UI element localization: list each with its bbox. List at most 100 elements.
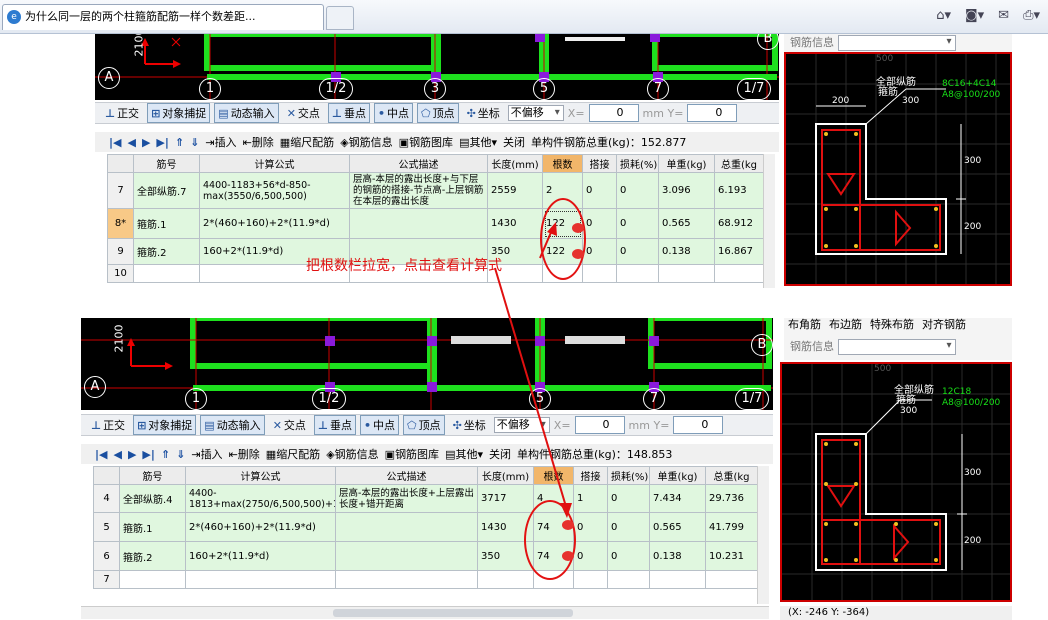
row-index[interactable]: 9 bbox=[107, 238, 134, 265]
first-record-icon[interactable]: |◀ bbox=[95, 448, 107, 461]
move-down-icon[interactable]: ⇓ bbox=[190, 136, 199, 149]
prev-record-icon[interactable]: ◀ bbox=[127, 136, 135, 149]
intersect-button[interactable]: ✕ 交点 bbox=[283, 103, 324, 123]
cell-loss[interactable]: 0 bbox=[607, 541, 650, 571]
cell-unit[interactable] bbox=[658, 264, 715, 283]
row-index[interactable]: 4 bbox=[93, 484, 120, 513]
align-rebar-tab[interactable]: 对齐钢筋 bbox=[922, 318, 966, 332]
table-row[interactable]: 7 全部纵筋.7 4400-1183+56*d-850-max(3550/6,5… bbox=[107, 172, 764, 209]
cell-loss[interactable]: 0 bbox=[607, 512, 650, 542]
vertex-button[interactable]: ⬠ 顶点 bbox=[403, 415, 445, 435]
other-button[interactable]: ▤其他▾ bbox=[445, 446, 483, 462]
cell-loss[interactable] bbox=[616, 264, 659, 283]
ortho-button[interactable]: ⊥ 正交 bbox=[87, 415, 129, 435]
row-index[interactable]: 6 bbox=[93, 541, 120, 571]
cell-loss[interactable]: 0 bbox=[616, 208, 659, 239]
cell-desc[interactable] bbox=[335, 512, 478, 542]
cell-name[interactable]: 全部纵筋.7 bbox=[133, 172, 200, 209]
perp-button[interactable]: ⊥ 垂点 bbox=[313, 415, 356, 435]
move-down-icon[interactable]: ⇓ bbox=[176, 448, 185, 461]
cell-name[interactable]: 箍筋.1 bbox=[119, 512, 186, 542]
insert-button[interactable]: ⇥插入 bbox=[191, 446, 222, 462]
rss-icon[interactable]: ◙▾ bbox=[965, 8, 984, 23]
cell-unit[interactable] bbox=[649, 570, 706, 589]
cell-length[interactable]: 3717 bbox=[477, 484, 534, 513]
cell-unit[interactable]: 0.138 bbox=[658, 238, 715, 265]
bottom-rebar-info-select[interactable] bbox=[837, 339, 956, 355]
library-button[interactable]: ▣钢筋图库 bbox=[399, 134, 453, 150]
table-row[interactable]: 4 全部纵筋.4 4400-1813+max(2750/6,500,500)+1… bbox=[93, 484, 758, 513]
intersect-button[interactable]: ✕ 交点 bbox=[269, 415, 310, 435]
insert-button[interactable]: ⇥插入 bbox=[205, 134, 236, 150]
new-tab-button[interactable] bbox=[326, 6, 354, 30]
cell-name[interactable]: 全部纵筋.4 bbox=[119, 484, 186, 513]
cell-formula[interactable]: 4400-1183+56*d-850-max(3550/6,500,500) bbox=[199, 172, 350, 209]
snap-button[interactable]: ⊞ 对象捕捉 bbox=[147, 103, 211, 123]
first-record-icon[interactable]: |◀ bbox=[109, 136, 121, 149]
table-row[interactable]: 6 箍筋.2 160+2*(11.9*d) 350 74 0 0 0.138 1… bbox=[93, 541, 758, 571]
cell-unit[interactable]: 0.138 bbox=[649, 541, 706, 571]
cell-desc[interactable]: 层高-本层的露出长度+与下层的钢筋的搭接-节点高-上层钢筋在本层的露出长度 bbox=[349, 172, 488, 209]
cell-unit[interactable]: 0.565 bbox=[649, 512, 706, 542]
mid-button[interactable]: • 中点 bbox=[373, 103, 413, 123]
mid-button[interactable]: • 中点 bbox=[359, 415, 399, 435]
cell-length[interactable]: 1430 bbox=[487, 208, 543, 239]
cell-length[interactable] bbox=[477, 570, 534, 589]
row-index[interactable]: 8* bbox=[107, 208, 134, 239]
dynamic-input-button[interactable]: ▤ 动态输入 bbox=[214, 103, 279, 123]
prev-record-icon[interactable]: ◀ bbox=[113, 448, 121, 461]
row-index[interactable]: 10 bbox=[107, 264, 134, 283]
last-record-icon[interactable]: ▶| bbox=[156, 136, 168, 149]
close-button[interactable]: 关闭 bbox=[503, 134, 525, 150]
cell-name[interactable]: 箍筋.1 bbox=[133, 208, 200, 239]
special-rebar-tab[interactable]: 特殊布筋 bbox=[870, 318, 914, 332]
cell-unit[interactable]: 7.434 bbox=[649, 484, 706, 513]
x-input[interactable]: 0 bbox=[574, 416, 625, 434]
top-rebar-info-select[interactable] bbox=[837, 35, 956, 51]
cell-formula[interactable]: 160+2*(11.9*d) bbox=[185, 541, 336, 571]
print-icon[interactable]: ⎙▾ bbox=[1023, 8, 1040, 23]
cell-loss[interactable] bbox=[607, 570, 650, 589]
coord-button[interactable]: ✣ 坐标 bbox=[463, 103, 504, 123]
cell-formula[interactable]: 4400-1813+max(2750/6,500,500)+1*max(35*d… bbox=[185, 484, 336, 513]
vertex-button[interactable]: ⬠ 顶点 bbox=[417, 103, 459, 123]
edge-rebar-tab[interactable]: 布边筋 bbox=[829, 318, 862, 332]
cell-total[interactable]: 6.193 bbox=[714, 172, 764, 209]
bottom-cad-canvas[interactable]: 2100 A B 1 1/2 5 7 1/7 bbox=[81, 318, 773, 410]
cell-desc[interactable]: 层高-本层的露出长度+上层露出长度+错开距离 bbox=[335, 484, 478, 513]
cell-lap[interactable] bbox=[573, 570, 608, 589]
coord-button[interactable]: ✣ 坐标 bbox=[449, 415, 490, 435]
cell-lap[interactable]: 0 bbox=[573, 512, 608, 542]
scale-button[interactable]: ▦缩尺配筋 bbox=[280, 134, 334, 150]
home-icon[interactable]: ⌂▾ bbox=[936, 8, 951, 23]
cell-loss[interactable]: 0 bbox=[616, 238, 659, 265]
cell-lap[interactable]: 0 bbox=[582, 208, 617, 239]
cell-unit[interactable]: 3.096 bbox=[658, 172, 715, 209]
cell-desc[interactable] bbox=[335, 570, 478, 589]
cell-unit[interactable]: 0.565 bbox=[658, 208, 715, 239]
header-count[interactable]: 根数 bbox=[542, 154, 583, 173]
row-index[interactable]: 7 bbox=[107, 172, 134, 209]
cell-total[interactable]: 29.736 bbox=[705, 484, 758, 513]
cell-formula[interactable]: 2*(460+160)+2*(11.9*d) bbox=[185, 512, 336, 542]
row-index[interactable]: 7 bbox=[93, 570, 120, 589]
top-section-view[interactable]: 500 全部纵筋 箍筋 8C16+4C14 A8@100/200 200 300… bbox=[784, 52, 1012, 286]
cell-desc[interactable] bbox=[335, 541, 478, 571]
cell-loss[interactable]: 0 bbox=[616, 172, 659, 209]
cell-length[interactable]: 2559 bbox=[487, 172, 543, 209]
top-table-scrollbar[interactable] bbox=[763, 154, 775, 288]
scrollbar-thumb[interactable] bbox=[333, 609, 573, 617]
cell-name[interactable] bbox=[119, 570, 186, 589]
cell-total[interactable]: 16.867 bbox=[714, 238, 764, 265]
dynamic-input-button[interactable]: ▤ 动态输入 bbox=[200, 415, 265, 435]
next-record-icon[interactable]: ▶ bbox=[142, 136, 150, 149]
cell-desc[interactable] bbox=[349, 208, 488, 239]
corner-rebar-tab[interactable]: 布角筋 bbox=[788, 318, 821, 332]
offset-select[interactable]: 不偏移 bbox=[493, 417, 550, 433]
cell-name[interactable] bbox=[133, 264, 200, 283]
offset-select[interactable]: 不偏移 bbox=[507, 105, 564, 121]
bottom-section-view[interactable]: 500 全部纵筋 箍筋 12C18 A8@100/200 300 300 200 bbox=[780, 362, 1012, 602]
cell-lap[interactable]: 0 bbox=[573, 541, 608, 571]
perp-button[interactable]: ⊥ 垂点 bbox=[327, 103, 370, 123]
move-up-icon[interactable]: ⇑ bbox=[175, 136, 184, 149]
